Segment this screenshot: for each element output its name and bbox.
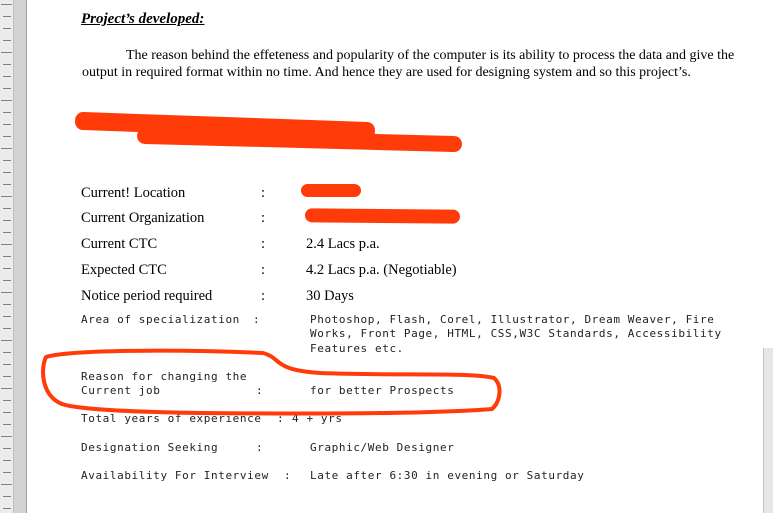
annotation-circle xyxy=(41,348,502,416)
vertical-scrollbar[interactable] xyxy=(763,348,773,513)
